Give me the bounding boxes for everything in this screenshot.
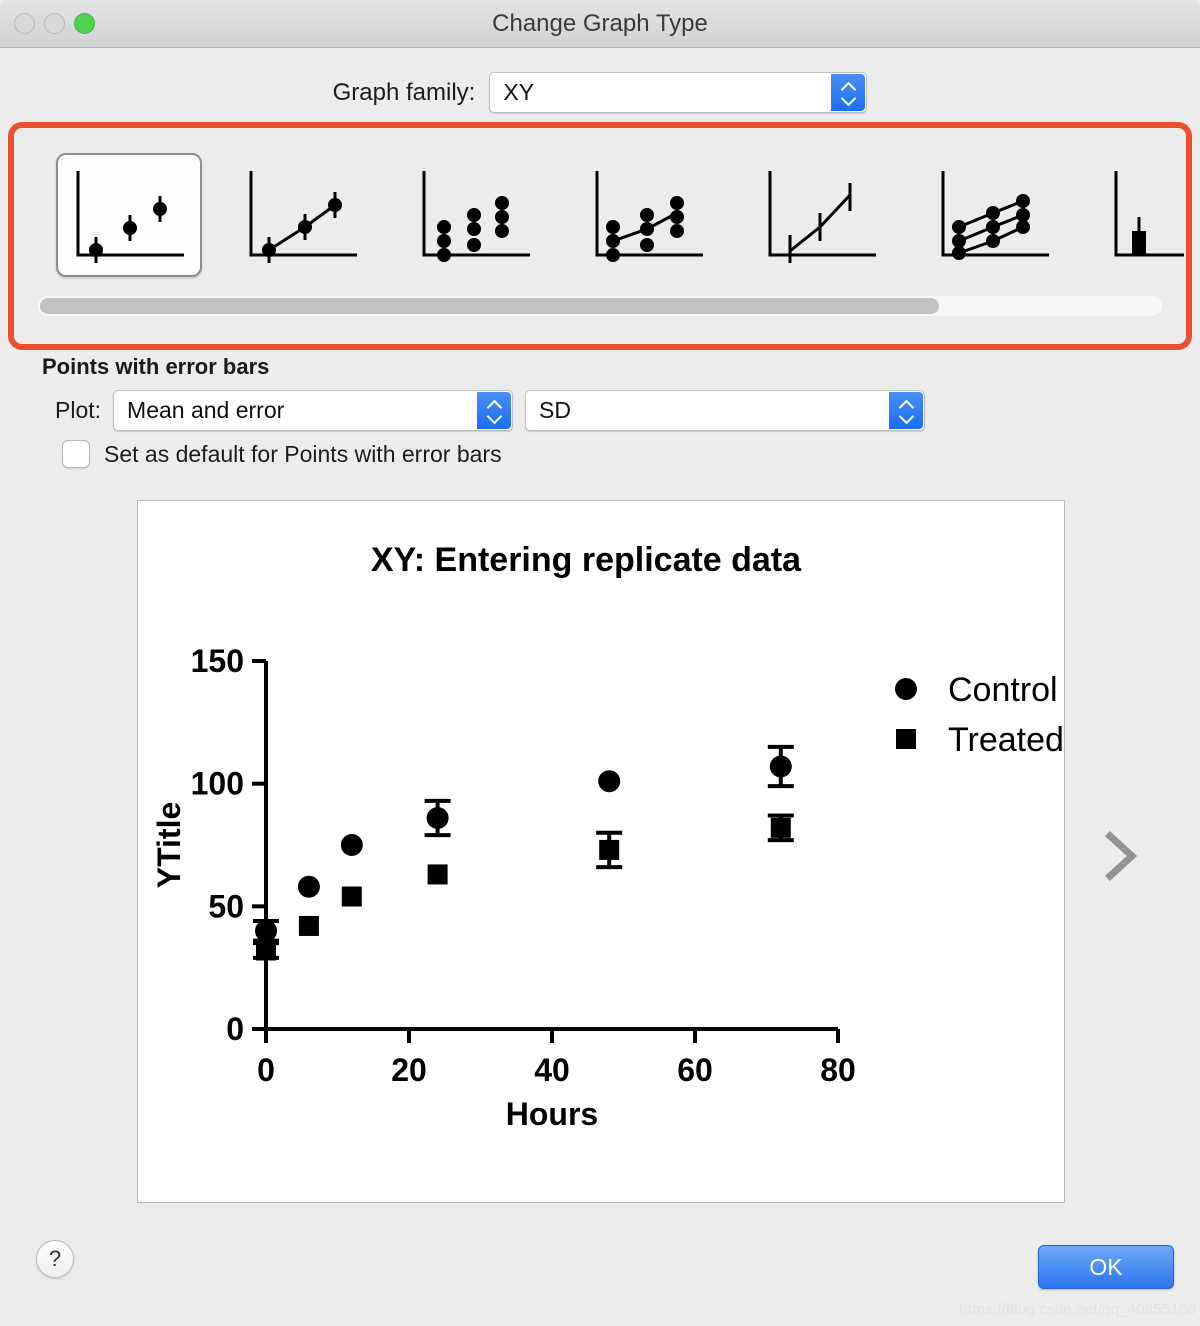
svg-text:20: 20	[391, 1052, 427, 1088]
graph-preview-panel: XY: Entering replicate data 0 50 100 150 0 20 4…	[137, 500, 1065, 1203]
plot-settings-row: Plot: Mean and error SD	[55, 390, 926, 431]
gallery-strip	[56, 140, 1184, 290]
error-type-value: SD	[539, 397, 571, 423]
graph-type-gallery[interactable]	[16, 130, 1184, 342]
plot-type-select[interactable]: Mean and error	[113, 390, 514, 431]
chevron-down-icon	[487, 412, 502, 421]
plot-type-value: Mean and error	[127, 397, 285, 423]
svg-text:Treated: Treated	[948, 721, 1064, 759]
set-default-checkbox[interactable]	[62, 440, 90, 468]
svg-text:Control: Control	[948, 671, 1058, 709]
svg-text:Hours: Hours	[506, 1096, 598, 1132]
help-button[interactable]: ?	[36, 1240, 74, 1278]
svg-text:XY: Entering replicate data: XY: Entering replicate data	[371, 541, 802, 579]
set-default-label: Set as default for Points with error bar…	[104, 440, 502, 467]
gallery-scrollbar-thumb[interactable]	[40, 298, 940, 314]
svg-text:YTitle: YTitle	[151, 802, 187, 889]
close-button[interactable]	[14, 13, 35, 34]
graph-family-select[interactable]: XY	[489, 72, 868, 113]
svg-text:150: 150	[191, 643, 244, 679]
gallery-thumb-scatter-with-connecting-line[interactable]	[575, 153, 721, 277]
svg-text:0: 0	[226, 1011, 244, 1047]
svg-text:100: 100	[191, 766, 244, 802]
svg-text:50: 50	[208, 888, 244, 924]
zoom-button[interactable]	[74, 13, 95, 34]
minimize-button[interactable]	[44, 13, 65, 34]
change-graph-type-dialog: Change Graph Type Graph family: XY Point…	[0, 0, 1200, 1326]
plot-label: Plot:	[55, 397, 102, 423]
window-titlebar: Change Graph Type	[0, 0, 1200, 48]
error-type-select[interactable]: SD	[525, 390, 926, 431]
ok-button[interactable]: OK	[1038, 1245, 1174, 1289]
gallery-thumb-bar-with-error[interactable]	[1094, 153, 1184, 277]
gallery-thumb-connected-points-with-error-bars[interactable]	[229, 153, 375, 277]
graph-family-row: Graph family: XY	[0, 48, 1200, 113]
svg-text:0: 0	[257, 1052, 275, 1088]
traffic-light-group	[14, 13, 95, 34]
svg-text:80: 80	[820, 1052, 856, 1088]
settings-section-title: Points with error bars	[42, 354, 270, 379]
chevron-down-icon	[841, 94, 856, 103]
gallery-thumb-multiple-connected-series[interactable]	[921, 153, 1067, 277]
plot-type-stepper-icon[interactable]	[477, 392, 512, 429]
preview-chart: XY: Entering replicate data 0 50 100 150 0 20 4…	[151, 541, 1064, 1132]
set-default-row[interactable]: Set as default for Points with error bar…	[62, 440, 502, 468]
graph-family-value: XY	[503, 79, 535, 105]
watermark-text: https://blog.csdn.net/qq_40855100	[959, 1301, 1196, 1318]
svg-text:60: 60	[677, 1052, 713, 1088]
gallery-thumb-scatter-replicates[interactable]	[402, 153, 548, 277]
chevron-down-icon	[899, 412, 914, 421]
gallery-thumb-line-only[interactable]	[748, 153, 894, 277]
error-type-stepper-icon[interactable]	[889, 392, 924, 429]
graph-family-label: Graph family:	[332, 78, 476, 106]
svg-text:40: 40	[534, 1052, 570, 1088]
graph-family-stepper-icon[interactable]	[831, 74, 866, 111]
chevron-right-icon[interactable]	[1098, 828, 1142, 884]
gallery-scrollbar[interactable]	[38, 296, 1162, 316]
window-title: Change Graph Type	[492, 9, 708, 37]
gallery-thumb-points-with-error-bars[interactable]	[56, 153, 202, 277]
